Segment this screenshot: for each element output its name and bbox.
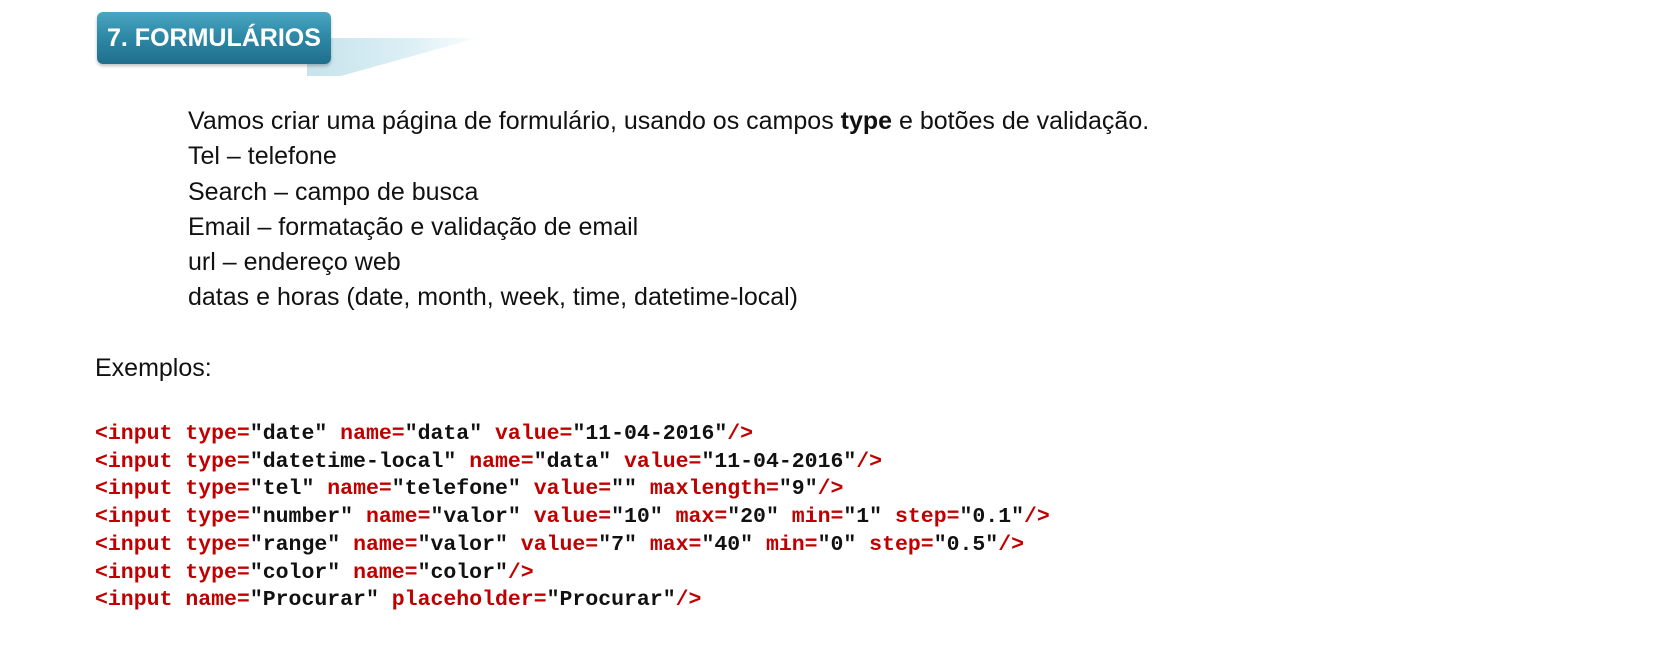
code-line: <input type="number" name="valor" value=…: [95, 504, 1050, 532]
document-page: 7. FORMULÁRIOS Vamos criar uma página de…: [0, 0, 1654, 660]
code-attribute: type=: [185, 560, 250, 585]
code-attribute: type=: [185, 449, 250, 474]
code-value: "7": [598, 532, 650, 557]
code-tag-open: <input: [95, 449, 186, 474]
code-tag-open: <input: [95, 505, 186, 530]
code-value: "11-04-2016": [572, 422, 728, 446]
code-attribute: maxlength=: [649, 477, 779, 502]
code-attribute: value=: [520, 532, 599, 557]
code-attribute: type=: [185, 477, 250, 502]
intro-sentence-start: Vamos criar uma página de formulário, us…: [188, 107, 841, 135]
code-attribute: name=: [185, 588, 250, 613]
code-tag-close: />: [856, 449, 883, 474]
code-line: <input name="Procurar" placeholder="Proc…: [95, 587, 1050, 615]
code-tag-open: <input: [95, 477, 186, 502]
code-attribute: type=: [185, 505, 250, 530]
intro-item-search: Search – campo de busca: [188, 177, 479, 206]
code-attribute: step=: [869, 532, 934, 557]
code-value: "valor": [417, 532, 521, 557]
code-line: <input type="range" name="valor" value="…: [95, 532, 1050, 560]
code-line: <input type="date" name="data" value="11…: [95, 421, 1050, 449]
code-attribute: name=: [469, 449, 534, 474]
intro-block: Vamos criar uma página de formulário, us…: [188, 104, 1149, 316]
code-value: "9": [778, 477, 818, 502]
code-line: <input type="color" name="color"/>: [95, 560, 1050, 588]
examples-label: Exemplos:: [95, 354, 212, 382]
code-attribute: type=: [185, 422, 250, 446]
code-value: "color": [417, 560, 508, 585]
code-tag-open: <input: [95, 532, 186, 557]
code-attribute: step=: [894, 505, 960, 530]
code-attribute: name=: [365, 505, 431, 530]
code-value: "Procurar": [249, 588, 392, 613]
code-value: "number": [249, 505, 366, 530]
code-tag-open: <input: [95, 422, 186, 446]
code-value: "Procurar": [546, 588, 676, 613]
code-line: <input type="datetime-local" name="data"…: [95, 449, 1050, 477]
intro-item-email: Email – formatação e validação de email: [188, 212, 639, 241]
code-value: "0.5": [933, 532, 999, 557]
code-attribute: value=: [533, 477, 612, 502]
code-tag-close: />: [675, 588, 702, 613]
code-attribute: name=: [340, 422, 405, 446]
section-title: 7. FORMULÁRIOS: [97, 12, 331, 64]
code-value: "1": [843, 505, 895, 530]
code-value: "0.1": [959, 505, 1025, 530]
intro-item-dates: datas e horas (date, month, week, time, …: [188, 283, 799, 312]
code-tag-close: />: [998, 532, 1025, 557]
intro-sentence: Vamos criar uma página de formulário, us…: [188, 104, 1149, 139]
code-tag-close: />: [817, 477, 844, 502]
intro-item-tel: Tel – telefone: [188, 142, 337, 171]
code-attribute: value=: [624, 449, 702, 474]
code-attribute: name=: [353, 560, 418, 585]
code-tag-close: />: [727, 422, 754, 446]
code-block: <input type="date" name="data" value="11…: [95, 421, 1050, 615]
code-attribute: name=: [353, 532, 418, 557]
code-line: <input type="tel" name="telefone" value=…: [95, 476, 1050, 504]
code-attribute: value=: [533, 505, 612, 530]
code-value: "data": [533, 449, 625, 474]
code-value: "20": [727, 505, 792, 530]
intro-sentence-bold: type: [840, 107, 893, 135]
code-value: "": [611, 477, 650, 502]
code-attribute: min=: [765, 532, 818, 557]
code-value: "11-04-2016": [701, 449, 857, 474]
intro-item-url: url – endereço web: [188, 248, 401, 277]
code-attribute: max=: [675, 505, 728, 530]
code-attribute: max=: [649, 532, 702, 557]
code-attribute: value=: [495, 422, 573, 446]
code-attribute: type=: [185, 532, 250, 557]
section-header-ribbon: [307, 38, 477, 76]
code-value: "telefone": [391, 477, 534, 502]
code-value: "data": [404, 422, 496, 446]
code-tag-open: <input: [95, 560, 186, 585]
code-tag-close: />: [1024, 505, 1050, 530]
code-attribute: min=: [791, 505, 844, 530]
code-value: "color": [249, 560, 354, 585]
code-tag-close: />: [507, 560, 534, 585]
code-value: "0": [817, 532, 870, 557]
code-value: "date": [249, 422, 341, 446]
code-value: "40": [701, 532, 766, 557]
code-value: "tel": [249, 477, 328, 502]
code-value: "datetime-local": [249, 449, 470, 474]
code-value: "valor": [430, 505, 534, 530]
code-value: "range": [249, 532, 354, 557]
intro-sentence-end: e botões de validação.: [892, 107, 1150, 135]
code-attribute: placeholder=: [391, 588, 547, 613]
code-tag-open: <input: [95, 588, 186, 613]
code-attribute: name=: [327, 477, 392, 502]
code-value: "10": [611, 505, 676, 530]
section-header: 7. FORMULÁRIOS: [97, 12, 477, 76]
